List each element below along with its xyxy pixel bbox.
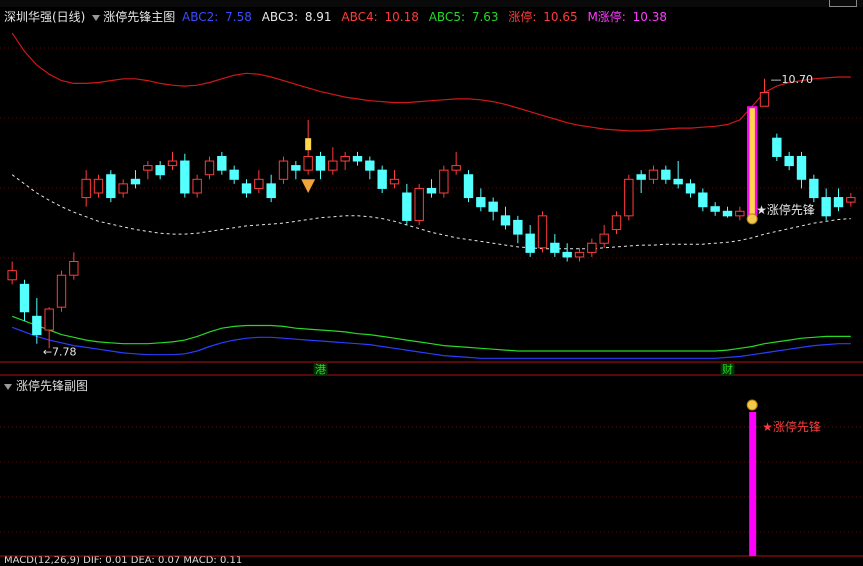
candle-body	[636, 174, 646, 180]
candle-body	[303, 155, 313, 171]
candle-body	[352, 155, 363, 162]
candle-body	[809, 178, 819, 199]
candle-body	[537, 215, 548, 249]
candle-body	[130, 178, 141, 185]
candle-body	[722, 210, 733, 217]
upper-band-line	[11, 32, 851, 132]
candle-body	[402, 192, 412, 221]
candle-body	[32, 315, 42, 336]
sub-chart: ★涨停先锋	[746, 399, 821, 556]
sub-money-bag-icon	[746, 399, 758, 411]
candle-body	[143, 165, 153, 171]
candle-body	[81, 178, 91, 199]
green-band-line	[11, 315, 851, 352]
candle-body	[488, 201, 498, 212]
candle-body	[574, 251, 585, 258]
grid-lines	[0, 47, 863, 557]
marker-gang: 港	[315, 363, 326, 376]
candle-body	[735, 210, 745, 217]
sub-signal-bar	[749, 412, 757, 556]
candle-body	[56, 274, 67, 308]
candle-body	[204, 160, 215, 176]
signal-candle-fill	[749, 108, 755, 214]
candle-body	[611, 215, 622, 231]
candle-body	[833, 197, 844, 208]
candle-body	[525, 233, 535, 253]
candle-body	[340, 155, 350, 162]
marker-cai: 财	[722, 362, 733, 376]
candle-body	[180, 160, 190, 194]
candle-body	[500, 215, 511, 226]
candle-body	[19, 283, 30, 313]
candle-body	[463, 174, 474, 199]
candle-body	[241, 183, 252, 194]
candle-body	[377, 169, 387, 189]
candle-body	[451, 165, 461, 171]
candle-body	[796, 155, 807, 180]
candle-body	[648, 169, 659, 180]
candle-body	[550, 242, 560, 253]
flag-marker-icon	[305, 138, 312, 151]
candle-body	[389, 178, 400, 185]
candle-body	[291, 165, 301, 171]
candle-body	[562, 251, 572, 258]
candle-body	[328, 160, 338, 171]
candle-body	[784, 155, 794, 167]
candle-body	[673, 178, 683, 185]
candle-body	[587, 242, 597, 253]
signal-label-main: ★涨停先锋	[756, 202, 815, 217]
candle-body	[7, 270, 17, 281]
candle-body	[315, 155, 326, 171]
candle-body	[599, 233, 609, 244]
candle-body	[759, 92, 770, 107]
candle-body	[685, 183, 696, 194]
candle-body	[426, 187, 437, 194]
candle-body	[106, 174, 116, 199]
candle-body	[698, 192, 708, 208]
kline-chart[interactable]: —10.70←7.78★涨停先锋港财 ★涨停先锋	[0, 0, 863, 563]
candle-body	[772, 137, 782, 157]
candle-body	[414, 187, 424, 221]
candle-body	[846, 197, 856, 203]
candle-body	[365, 160, 375, 171]
candle-body	[155, 165, 165, 176]
blue-band-line	[11, 326, 851, 359]
candle-body	[661, 169, 671, 180]
signal-label-sub: ★涨停先锋	[762, 419, 821, 434]
candle-body	[93, 178, 104, 194]
candle-body	[513, 219, 523, 235]
candle-body	[624, 178, 634, 217]
diamond-marker-icon	[301, 179, 316, 193]
candle-body	[266, 183, 276, 199]
candle-body	[254, 178, 264, 189]
candle-body	[44, 308, 54, 331]
candle-body	[821, 197, 831, 217]
candle-body	[167, 160, 178, 167]
candle-body	[118, 183, 128, 194]
candle-body	[229, 169, 239, 180]
candle-body	[192, 178, 202, 194]
candle-body	[439, 169, 449, 194]
candle-body	[278, 160, 289, 180]
low-price-label: ←7.78	[43, 346, 77, 359]
candle-body	[710, 206, 720, 212]
candles	[7, 78, 856, 349]
candle-body	[217, 155, 227, 171]
candle-body	[69, 261, 79, 276]
candle-body	[476, 197, 486, 208]
high-price-label: —10.70	[771, 73, 814, 86]
